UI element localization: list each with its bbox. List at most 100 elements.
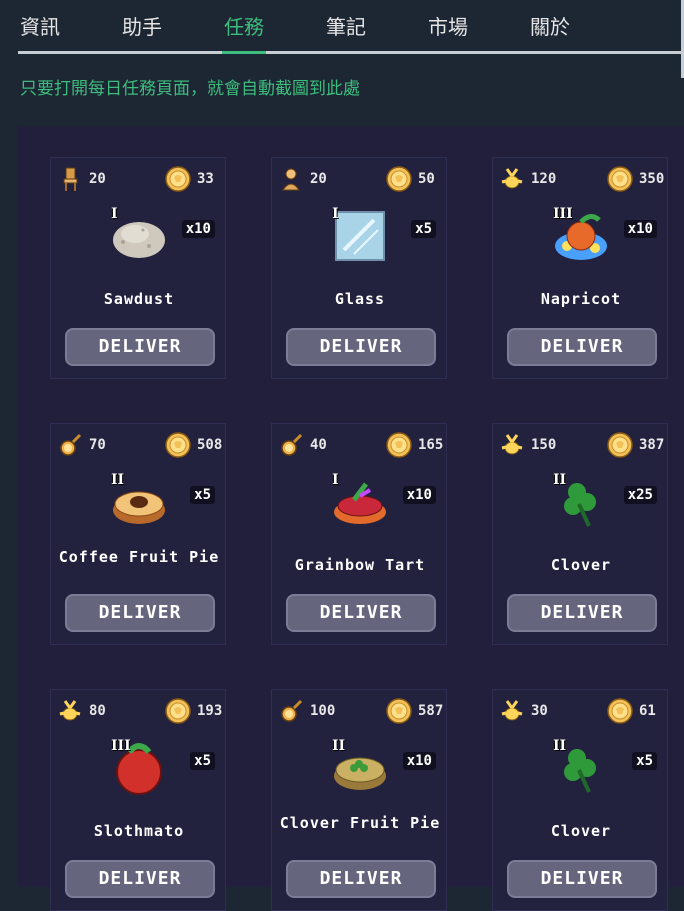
item-name: Clover — [550, 822, 612, 840]
requirement-row: 100 587 — [272, 698, 448, 724]
tier-badge: II — [332, 738, 346, 754]
tab-divider — [18, 51, 684, 54]
tier-badge: I — [332, 472, 339, 488]
deliver-button[interactable]: DELIVER — [286, 594, 436, 632]
sprout-icon — [57, 698, 83, 724]
task-card: 30 61 II x5 Clover DELIVER — [492, 689, 668, 911]
coin-icon — [386, 698, 412, 724]
deliver-button[interactable]: DELIVER — [507, 594, 657, 632]
deliver-button[interactable]: DELIVER — [507, 860, 657, 898]
quantity-badge: x10 — [181, 220, 215, 238]
coin-icon — [386, 166, 412, 192]
task-card: 100 587 II x10 Clover Fruit Pie DELIVER — [271, 689, 447, 911]
requirement-value: 20 — [89, 171, 106, 187]
tier-badge: II — [111, 472, 125, 488]
requirement-row: 70 508 — [51, 432, 227, 458]
item-name: Slothmato — [93, 822, 185, 840]
coin-icon — [607, 432, 633, 458]
requirement-value: 120 — [531, 171, 557, 187]
pan-icon — [278, 432, 304, 458]
deliver-button[interactable]: DELIVER — [286, 860, 436, 898]
task-card: 150 387 II x25 Clover DELIVER — [492, 423, 668, 645]
requirement-row: 120 350 — [493, 166, 669, 192]
coin-reward: 508 — [197, 437, 223, 453]
task-card: 40 165 I x10 Grainbow Tart DELIVER — [271, 423, 447, 645]
tab-assistant[interactable]: 助手 — [122, 12, 162, 42]
pan-icon — [278, 698, 304, 724]
requirement-value: 30 — [531, 703, 548, 719]
tab-notes[interactable]: 筆記 — [326, 12, 366, 42]
requirement-value: 20 — [310, 171, 327, 187]
coin-reward: 387 — [639, 437, 665, 453]
task-card: 70 508 II x5 Coffee Fruit Pie DELIVER — [50, 423, 226, 645]
coin-reward: 33 — [197, 171, 214, 187]
item-name: Clover — [550, 556, 612, 574]
item-name: Napricot — [540, 290, 622, 308]
tab-tasks[interactable]: 任務 — [224, 12, 264, 42]
coin-reward: 587 — [418, 703, 444, 719]
tier-badge: I — [111, 206, 118, 222]
quantity-badge: x5 — [632, 752, 657, 770]
quantity-badge: x10 — [623, 220, 657, 238]
deliver-button[interactable]: DELIVER — [65, 594, 215, 632]
tab-info[interactable]: 資訊 — [20, 12, 60, 42]
deliver-button[interactable]: DELIVER — [507, 328, 657, 366]
coin-reward: 350 — [639, 171, 665, 187]
quantity-badge: x5 — [190, 486, 215, 504]
task-card: 20 33 I x10 Sawdust DELIVER — [50, 157, 226, 379]
active-tab-indicator — [222, 51, 266, 54]
item-name: Sawdust — [103, 290, 175, 308]
grainbow-tart-icon — [330, 472, 390, 532]
item-name: Glass — [334, 290, 386, 308]
tab-market[interactable]: 市場 — [428, 12, 468, 42]
sawdust-icon — [109, 206, 169, 266]
deliver-button[interactable]: DELIVER — [65, 328, 215, 366]
coin-reward: 165 — [418, 437, 444, 453]
coin-icon — [165, 698, 191, 724]
bust-icon — [278, 166, 304, 192]
requirement-row: 20 50 — [272, 166, 448, 192]
tier-badge: II — [553, 472, 567, 488]
sprout-icon — [499, 432, 525, 458]
quantity-badge: x10 — [402, 486, 436, 504]
deliver-button[interactable]: DELIVER — [65, 860, 215, 898]
requirement-value: 100 — [310, 703, 336, 719]
coin-reward: 193 — [197, 703, 223, 719]
item-name: Clover Fruit Pie — [279, 814, 441, 832]
pan-icon — [57, 432, 83, 458]
coin-icon — [607, 166, 633, 192]
quantity-badge: x25 — [623, 486, 657, 504]
tier-badge: III — [553, 206, 573, 222]
deliver-button[interactable]: DELIVER — [286, 328, 436, 366]
requirement-value: 70 — [89, 437, 106, 453]
item-name: Grainbow Tart — [294, 556, 426, 574]
requirement-row: 30 61 — [493, 698, 669, 724]
coin-reward: 61 — [639, 703, 656, 719]
quantity-badge: x5 — [190, 752, 215, 770]
coin-icon — [607, 698, 633, 724]
task-card: 80 193 III x5 Slothmato DELIVER — [50, 689, 226, 911]
coin-icon — [165, 166, 191, 192]
tier-badge: III — [111, 738, 131, 754]
quantity-badge: x10 — [402, 752, 436, 770]
requirement-value: 150 — [531, 437, 557, 453]
sprout-icon — [499, 166, 525, 192]
requirement-value: 80 — [89, 703, 106, 719]
quantity-badge: x5 — [411, 220, 436, 238]
tab-about[interactable]: 關於 — [530, 12, 570, 42]
task-board: 20 33 I x10 Sawdust DELIVER 20 50 I x5 G… — [18, 127, 684, 911]
chair-icon — [57, 166, 83, 192]
requirement-row: 40 165 — [272, 432, 448, 458]
requirement-row: 150 387 — [493, 432, 669, 458]
tier-badge: II — [553, 738, 567, 754]
tab-bar: 資訊 助手 任務 筆記 市場 關於 — [0, 0, 684, 56]
task-card: 120 350 III x10 Napricot DELIVER — [492, 157, 668, 379]
coin-icon — [165, 432, 191, 458]
sprout-icon — [499, 698, 525, 724]
task-card: 20 50 I x5 Glass DELIVER — [271, 157, 447, 379]
requirement-value: 40 — [310, 437, 327, 453]
hint-text: 只要打開每日任務頁面，就會自動截圖到此處 — [20, 79, 360, 99]
requirement-row: 80 193 — [51, 698, 227, 724]
coin-icon — [386, 432, 412, 458]
item-name: Coffee Fruit Pie — [58, 548, 220, 566]
